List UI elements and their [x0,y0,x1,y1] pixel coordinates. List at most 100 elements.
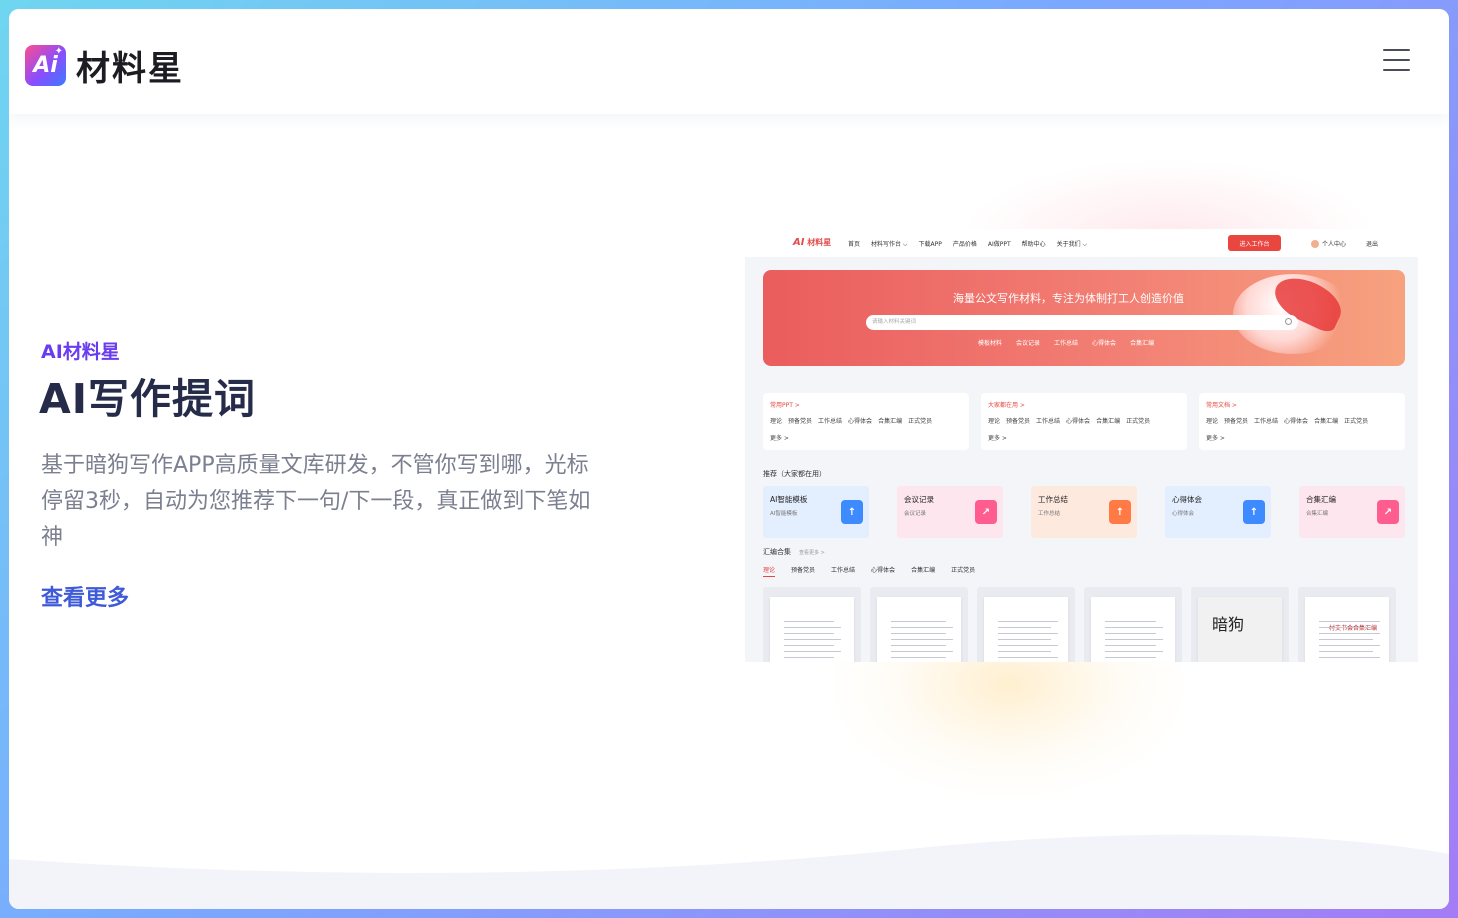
preview-card-item: 工作总结 [1254,418,1279,425]
preview-card-item: 心得体会 [848,418,873,425]
preview-doc-thumbnail [977,587,1075,662]
doc-page: 暗狗 [1198,597,1282,662]
preview-recommend-tile: 心得体会 心得体会 ↑ [1165,486,1271,538]
preview-category-card: 常用PPT > 理论 预备党员 工作总结 心得体会 合集汇编 正式党员 更多 > [763,393,969,450]
upload-icon: ↗ [975,500,997,524]
doc-text-line [1105,645,1156,646]
preview-card-more: 更多 > [770,435,789,442]
doc-text-line [784,645,834,646]
background-wave [9,834,1449,909]
preview-nav-item: 产品价格 [952,241,977,248]
doc-text-line [1105,633,1156,634]
doc-text-line [784,639,841,640]
preview-card-title: 大家都在用 > [988,402,1025,409]
doc-text-line [1319,627,1373,628]
preview-recommend-tile: 合集汇编 合集汇编 ↗ [1299,486,1405,538]
top-navbar: Ai ✦ 材料星 [9,9,1449,114]
view-more-link[interactable]: 查看更多 [41,580,129,612]
preview-card-item: 理论 [988,418,1001,425]
preview-collection-tab: 合集汇编 [911,567,936,574]
preview-doc-thumbnail: 村支书会合集汇编 [1298,587,1396,662]
preview-card-more: 更多 > [988,435,1007,442]
preview-nav-item: 下载APP [918,241,942,248]
doc-text-line [1319,621,1380,622]
preview-banner-tag: 模板材料 [978,340,1003,347]
preview-banner-tag: 心得体会 [1092,340,1117,347]
search-icon [1285,318,1292,325]
preview-banner-tag: 合集汇编 [1130,340,1155,347]
doc-cover-title: 暗狗 [1212,615,1245,634]
doc-text-line [1105,639,1163,640]
preview-doc-thumbnails: 暗狗 村支书会合集汇编 [763,587,1396,662]
hamburger-menu-icon[interactable] [1383,49,1410,73]
preview-nav-item: AI做PPT [987,241,1011,248]
preview-user-center: 个人中心 [1311,239,1346,248]
preview-recommend-tile: 工作总结 工作总结 ↑ [1031,486,1137,538]
doc-text-line [784,657,834,658]
doc-text-line [1105,651,1163,652]
doc-text-line [998,639,1051,640]
preview-card-item: 合集汇编 [878,418,903,425]
brand-logo[interactable]: Ai ✦ 材料星 [25,41,184,90]
doc-text-line [1319,645,1380,646]
preview-card-item: 正式党员 [1126,418,1151,425]
doc-text-line [1319,639,1373,640]
brand-name: 材料星 [76,49,184,89]
preview-doc-thumbnail [870,587,968,662]
preview-category-card: 大家都在用 > 理论 预备党员 工作总结 心得体会 合集汇编 正式党员 更多 > [981,393,1187,450]
preview-recommend-tile: AI智能模板 AI智能模板 ↑ [763,486,869,538]
hero-title: AI写作提词 [39,375,256,423]
preview-card-item: 合集汇编 [1096,418,1121,425]
preview-card-item: 合集汇编 [1314,418,1339,425]
preview-card-title: 常用文档 > [1206,402,1237,409]
doc-text-line [891,657,946,658]
preview-card-item: 心得体会 [1066,418,1091,425]
doc-text-line [891,627,953,628]
upload-icon: ↑ [1109,500,1131,524]
preview-card-items: 理论 预备党员 工作总结 心得体会 合集汇编 正式党员 [988,416,1180,425]
preview-doc-thumbnail [763,587,861,662]
doc-text-line [784,651,841,652]
preview-nav-item: 关于我们 ⌵ [1056,241,1088,248]
doc-text-line [1105,621,1156,622]
upload-icon: ↑ [1243,500,1265,524]
product-preview-image: AI 材料星 首页 材料写作台 ⌵ 下载APP 产品价格 AI做PPT 帮助中心 关于我们 … [745,229,1418,662]
preview-card-item: 预备党员 [1224,418,1249,425]
preview-card-item: 正式党员 [908,418,933,425]
preview-collection-tab: 心得体会 [871,567,896,574]
preview-nav-item: 首页 [848,241,861,248]
doc-text-line [998,621,1058,622]
doc-text-line [1319,657,1380,658]
preview-recommend-tiles: AI智能模板 AI智能模板 ↑ 会议记录 会议记录 ↗ 工作总结 工作总结 ↑ 心得体会 心得体会 ↑… [763,486,1405,538]
preview-banner-title: 海量公文写作材料，专注为体制打工人创造价值 [953,292,1184,305]
preview-collection-tab: 预备党员 [791,567,816,574]
upload-icon: ↑ [841,500,863,524]
preview-nav-items: 首页 材料写作台 ⌵ 下载APP 产品价格 AI做PPT 帮助中心 关于我们 ⌵ [848,239,1087,249]
preview-nav-item: 材料写作台 ⌵ [871,241,908,248]
preview-card-item: 心得体会 [1284,418,1309,425]
doc-text-line [1105,627,1163,628]
doc-text-line [998,627,1051,628]
hero-label: AI材料星 [41,341,120,363]
preview-card-item: 预备党员 [788,418,813,425]
preview-card-item: 工作总结 [818,418,843,425]
preview-collection-tab: 工作总结 [831,567,856,574]
doc-page [1091,597,1175,662]
page-frame: Ai ✦ 材料星 AI材料星 AI写作提词 基于暗狗写作APP高质量文库研发，不… [9,9,1449,909]
preview-card-items: 理论 预备党员 工作总结 心得体会 合集汇编 正式党员 [1206,416,1398,425]
doc-text-line [1319,633,1380,634]
preview-doc-thumbnail [1084,587,1182,662]
hero-description: 基于暗狗写作APP高质量文库研发，不管你写到哪，光标停留3秒，自动为您推荐下一句… [41,453,591,550]
doc-text-line [998,657,1058,658]
doc-page: 村支书会合集汇编 [1305,597,1389,662]
doc-text-line [998,651,1051,652]
preview-banner-tag: 会议记录 [1016,340,1041,347]
doc-text-line [1319,651,1373,652]
preview-card-item: 正式党员 [1344,418,1369,425]
doc-text-line [784,627,841,628]
preview-card-more: 更多 > [1206,435,1225,442]
logo-badge-icon: Ai ✦ [25,45,66,86]
preview-card-item: 预备党员 [1006,418,1031,425]
preview-exit: 退出 [1366,241,1379,248]
preview-nav-item: 帮助中心 [1021,241,1046,248]
